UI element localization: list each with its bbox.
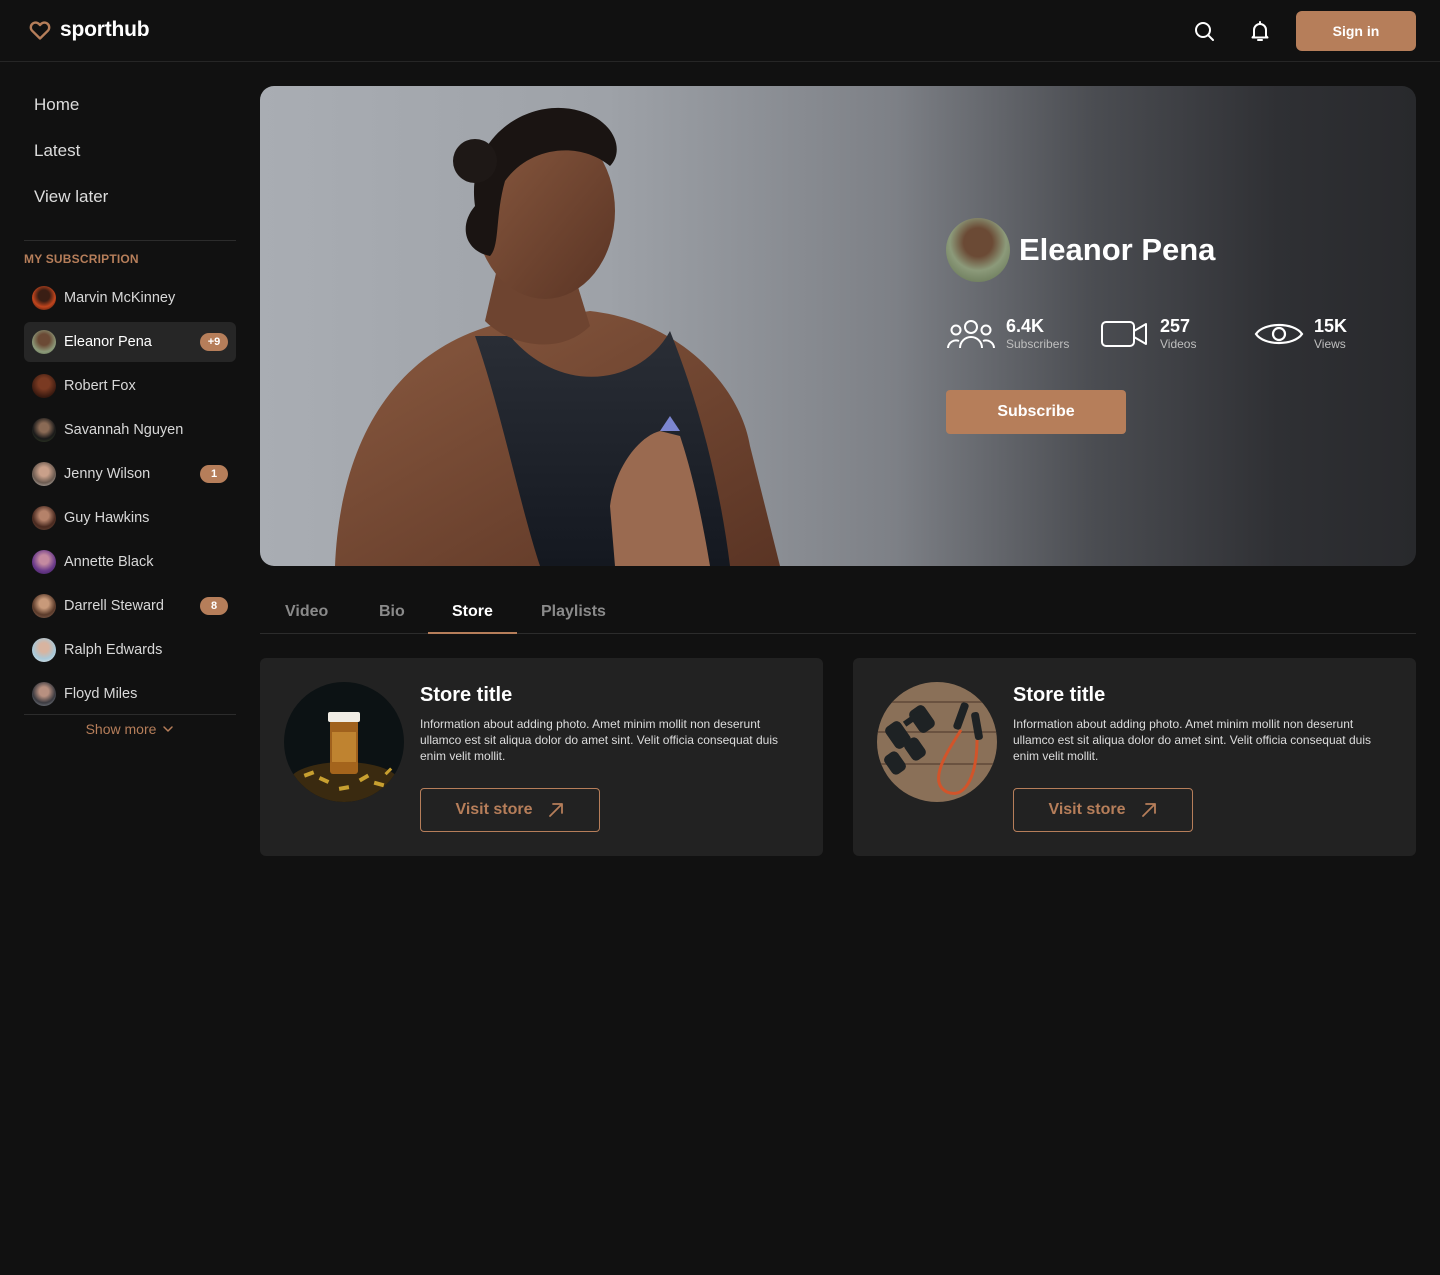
visit-store-button[interactable]: Visit store xyxy=(1013,788,1193,832)
avatar xyxy=(32,550,56,574)
store-title: Store title xyxy=(420,684,513,706)
tab-playlists[interactable]: Playlists xyxy=(541,603,606,621)
store-description: Information about adding photo. Amet min… xyxy=(420,717,778,763)
avatar xyxy=(32,682,56,706)
arrow-up-right-icon xyxy=(1141,803,1156,817)
stat-subscribers: 6.4K Subscribers xyxy=(946,316,1069,352)
visit-store-button[interactable]: Visit store xyxy=(420,788,600,832)
subscription-name: Robert Fox xyxy=(64,378,136,394)
stat-value: 6.4K xyxy=(1006,316,1045,336)
stat-label: Subscribers xyxy=(1006,337,1070,351)
tab-store[interactable]: Store xyxy=(452,603,493,621)
active-tab-indicator xyxy=(428,632,517,634)
subscription-item[interactable]: Savannah Nguyen xyxy=(24,410,236,450)
subscription-item[interactable]: Annette Black xyxy=(24,542,236,582)
top-header: sporthub Sign in xyxy=(0,0,1440,62)
subscription-item[interactable]: Eleanor Pena +9 xyxy=(24,322,236,362)
stat-views: 15K Views xyxy=(1254,316,1347,352)
avatar xyxy=(32,594,56,618)
dumbbells-jump-rope-photo xyxy=(877,682,997,802)
channel-name: Eleanor Pena xyxy=(1019,232,1216,267)
subscription-item[interactable]: Floyd Miles xyxy=(24,674,236,714)
visit-store-label: Visit store xyxy=(1048,801,1126,818)
sidebar-divider xyxy=(24,240,236,241)
subscription-item[interactable]: Jenny Wilson 1 xyxy=(24,454,236,494)
stat-videos: 257 Videos xyxy=(1100,316,1196,352)
avatar xyxy=(32,506,56,530)
tab-bio[interactable]: Bio xyxy=(379,603,405,621)
subscription-section-title: MY SUBSCRIPTION xyxy=(24,252,139,266)
store-card: Store title Information about adding pho… xyxy=(260,658,823,856)
subscription-name: Guy Hawkins xyxy=(64,510,150,526)
subscription-name: Ralph Edwards xyxy=(64,642,163,658)
notification-badge: +9 xyxy=(200,333,228,351)
channel-tabs: Video Bio Store Playlists xyxy=(260,590,1416,634)
avatar xyxy=(32,638,56,662)
sign-in-button[interactable]: Sign in xyxy=(1296,11,1416,51)
avatar xyxy=(32,418,56,442)
show-more-label: Show more xyxy=(85,721,157,737)
nav-view-later[interactable]: View later xyxy=(34,187,108,207)
eye-icon xyxy=(1254,323,1304,345)
visit-store-label: Visit store xyxy=(455,801,533,818)
logo[interactable]: sporthub xyxy=(28,18,150,42)
heart-logo-icon xyxy=(29,21,51,40)
store-card: Store title Information about adding pho… xyxy=(853,658,1416,856)
tab-video[interactable]: Video xyxy=(285,603,328,621)
subscription-item[interactable]: Ralph Edwards xyxy=(24,630,236,670)
stat-label: Videos xyxy=(1160,337,1197,351)
search-icon[interactable] xyxy=(1192,19,1216,43)
sidebar-divider xyxy=(24,714,236,715)
subscription-name: Marvin McKinney xyxy=(64,290,176,306)
store-title: Store title xyxy=(1013,684,1106,706)
subscription-name: Annette Black xyxy=(64,554,154,570)
channel-hero-banner: Eleanor Pena 6.4K Subscribers 257 Videos xyxy=(260,86,1416,566)
stat-value: 15K xyxy=(1314,316,1348,336)
subscription-item[interactable]: Darrell Steward 8 xyxy=(24,586,236,626)
video-camera-icon xyxy=(1101,321,1147,347)
subscription-item[interactable]: Robert Fox xyxy=(24,366,236,406)
brand-name: sporthub xyxy=(60,18,150,41)
users-icon xyxy=(947,320,995,349)
avatar xyxy=(32,462,56,486)
subscription-name: Floyd Miles xyxy=(64,686,138,702)
bell-icon[interactable] xyxy=(1248,19,1272,43)
supplement-pills-photo xyxy=(284,682,404,802)
store-description: Information about adding photo. Amet min… xyxy=(1013,717,1371,763)
arrow-up-right-icon xyxy=(548,803,563,817)
notification-badge: 1 xyxy=(200,465,228,483)
notification-badge: 8 xyxy=(200,597,228,615)
subscribe-button[interactable]: Subscribe xyxy=(946,390,1126,434)
avatar xyxy=(32,286,56,310)
avatar xyxy=(32,330,56,354)
athlete-meditating-photo xyxy=(335,107,780,566)
nav-latest[interactable]: Latest xyxy=(34,141,80,161)
stat-value: 257 xyxy=(1160,316,1191,336)
nav-home[interactable]: Home xyxy=(34,95,79,115)
show-more-button[interactable]: Show more xyxy=(24,721,236,737)
subscription-name: Savannah Nguyen xyxy=(64,422,184,438)
avatar xyxy=(32,374,56,398)
channel-avatar xyxy=(946,218,1010,282)
subscription-name: Darrell Steward xyxy=(64,598,164,614)
subscription-name: Eleanor Pena xyxy=(64,334,152,350)
stat-label: Views xyxy=(1314,337,1346,351)
chevron-down-icon xyxy=(163,726,174,732)
subscription-name: Jenny Wilson xyxy=(64,466,151,482)
subscription-item[interactable]: Marvin McKinney xyxy=(24,278,236,318)
subscription-item[interactable]: Guy Hawkins xyxy=(24,498,236,538)
